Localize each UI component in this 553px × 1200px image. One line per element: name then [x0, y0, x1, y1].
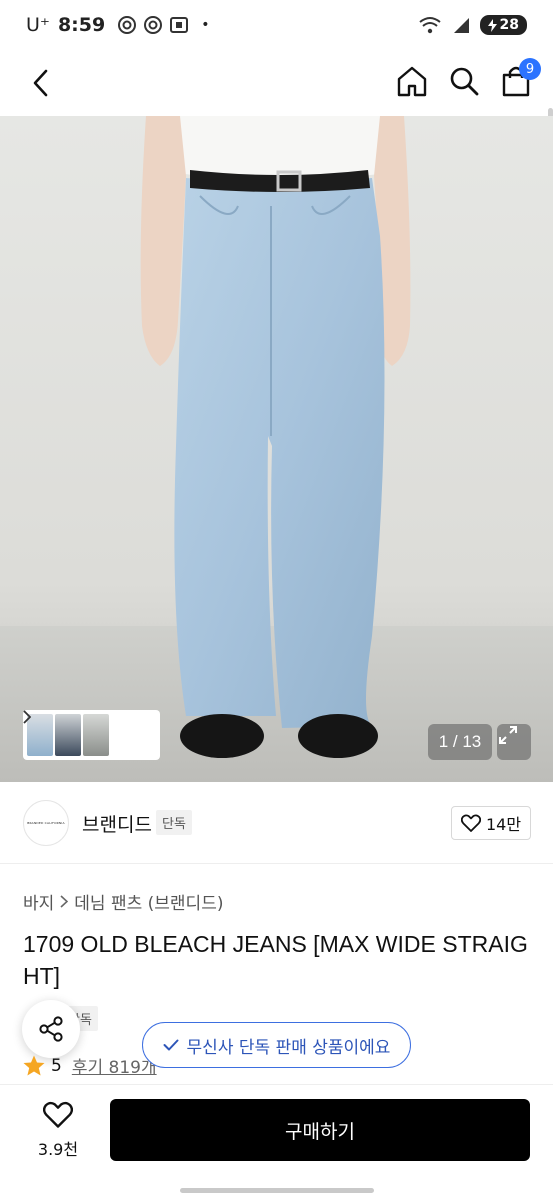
status-dot: •	[201, 17, 210, 33]
product-photo	[0, 116, 553, 782]
heart-icon	[43, 1101, 73, 1128]
wishlist-count: 3.9천	[37, 1140, 79, 1159]
chevron-right-icon	[23, 710, 152, 742]
thumbnail-image[interactable]	[55, 714, 81, 756]
cart-count-badge: 9	[519, 58, 541, 80]
app-header: 9	[0, 50, 553, 166]
share-button[interactable]	[22, 1000, 80, 1058]
home-button[interactable]	[395, 62, 429, 100]
thumbnail-image[interactable]	[83, 714, 109, 756]
check-icon	[163, 1039, 179, 1051]
star-icon	[23, 1055, 45, 1076]
gesture-bar	[180, 1188, 374, 1193]
rating-value: 5	[51, 1055, 62, 1076]
screenshot-icon	[170, 17, 189, 33]
location-icon	[118, 16, 137, 34]
expand-button[interactable]	[497, 724, 531, 760]
heart-icon	[460, 814, 481, 832]
status-bar: U⁺ 8:59 • 28	[0, 0, 553, 50]
search-icon	[450, 67, 479, 96]
battery-indicator: 28	[479, 15, 527, 35]
brand-exclusive-tag: 단독	[156, 810, 192, 835]
chevron-right-icon	[60, 895, 69, 908]
wishlist-button[interactable]: 3.9천	[28, 1101, 88, 1161]
image-counter: 1 / 13	[428, 724, 492, 760]
brand-logo[interactable]: BRANDED CALIFORNIA	[23, 800, 69, 846]
status-time: 8:59	[57, 14, 106, 36]
exclusive-toast: 무신사 단독 판매 상품이에요	[142, 1022, 411, 1068]
back-button[interactable]	[24, 66, 58, 100]
location-icon	[144, 16, 163, 34]
product-title: 1709 OLD BLEACH JEANS [MAX WIDE STRAIGHT…	[23, 931, 528, 989]
brand-like-button[interactable]: 14만	[451, 806, 531, 840]
signal-icon	[453, 18, 469, 33]
brand-name[interactable]: 브랜디드	[82, 810, 152, 837]
like-count: 14만	[485, 815, 522, 834]
search-button[interactable]	[447, 62, 481, 100]
review-link[interactable]: 후기 819개	[72, 1053, 157, 1078]
wifi-icon	[418, 17, 441, 34]
battery-level: 28	[499, 17, 519, 33]
breadcrumb: 바지 데님 팬츠 (브랜디드)	[23, 889, 223, 914]
product-image-gallery[interactable]: 1 / 13	[0, 116, 553, 782]
share-icon	[39, 1016, 63, 1042]
bolt-icon	[487, 18, 497, 32]
notification-icons	[117, 15, 189, 35]
carrier-label: U⁺	[26, 14, 50, 36]
breadcrumb-item[interactable]: 바지	[23, 889, 54, 914]
buy-button[interactable]: 구매하기	[110, 1099, 530, 1161]
chevron-left-icon	[33, 69, 48, 97]
status-right: 28	[418, 15, 527, 35]
toast-text: 무신사 단독 판매 상품이에요	[186, 1037, 391, 1058]
brand-logo-text: BRANDED CALIFORNIA	[27, 821, 65, 825]
header-actions: 9	[395, 58, 541, 100]
cart-button[interactable]: 9	[499, 58, 541, 100]
expand-icon	[499, 726, 517, 744]
breadcrumb-item[interactable]: 데님 팬츠 (브랜디드)	[74, 889, 223, 914]
rating-row: 5 후기 819개	[23, 1053, 157, 1078]
bottom-action-bar: 3.9천 구매하기	[0, 1084, 553, 1200]
home-icon	[397, 66, 427, 97]
thumbnail-strip[interactable]	[23, 710, 160, 760]
status-left: U⁺ 8:59 •	[26, 14, 209, 36]
